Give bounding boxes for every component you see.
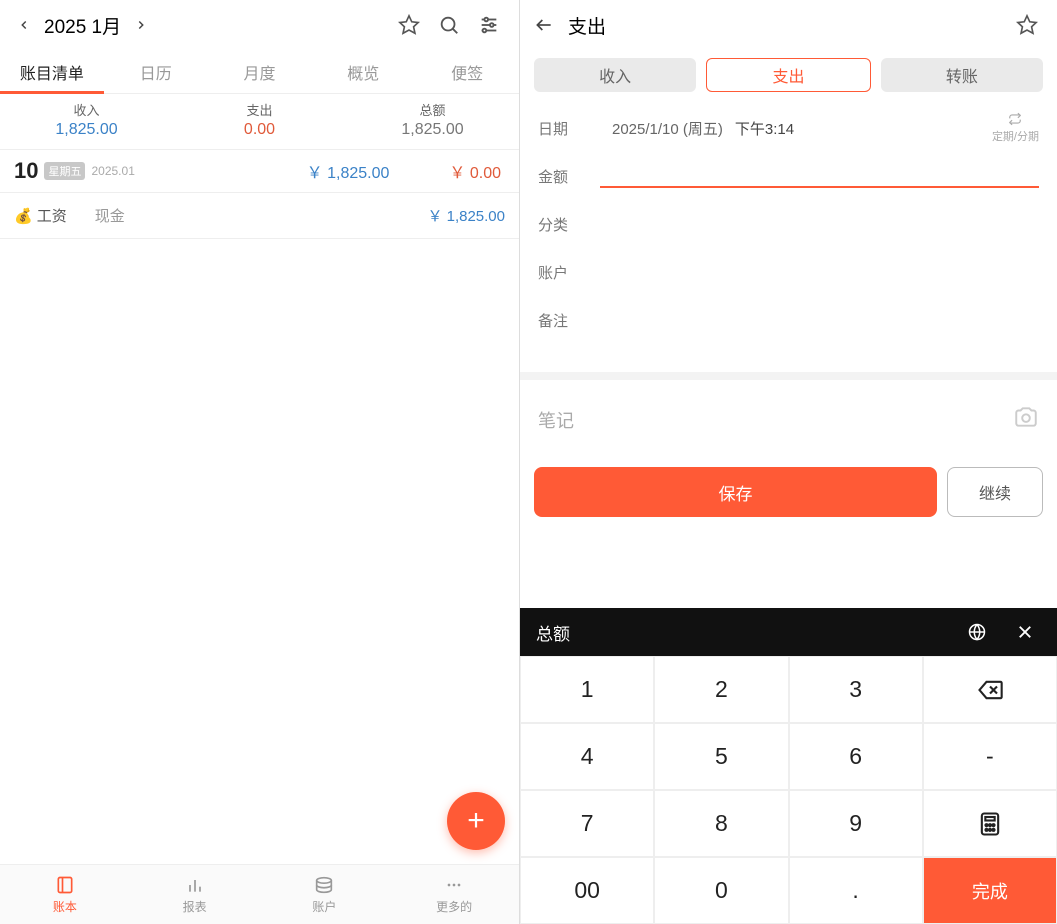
tab-calendar[interactable]: 日历 (104, 50, 208, 93)
amount-input[interactable] (600, 164, 1039, 188)
time-value: 下午3:14 (735, 118, 794, 139)
money-bag-icon: 💰 (14, 207, 33, 225)
summary-expense: 支出 0.00 (173, 100, 346, 139)
nav-ledger[interactable]: 账本 (0, 865, 130, 924)
key-5[interactable]: 5 (654, 723, 788, 790)
type-tab-expense[interactable]: 支出 (706, 58, 870, 92)
entry-form: 日期 2025/1/10 (周五) 下午3:14 定期/分期 金额 分类 账户 … (520, 100, 1057, 344)
day-weekday: 星期五 (44, 162, 85, 180)
close-icon[interactable] (1009, 623, 1041, 641)
key-00[interactable]: 00 (520, 857, 654, 924)
key-1[interactable]: 1 (520, 656, 654, 723)
key-backspace[interactable] (923, 656, 1057, 723)
nav-more[interactable]: 更多的 (389, 865, 519, 924)
button-row: 保存 继续 (520, 459, 1057, 531)
entry-form-pane: 支出 收入 支出 转账 日期 2025/1/10 (周五) 下午3:14 定期/… (520, 0, 1057, 924)
key-6[interactable]: 6 (789, 723, 923, 790)
summary-total: 总额 1,825.00 (346, 100, 519, 139)
day-header[interactable]: 10 星期五 2025.01 ￥ 1,825.00 ￥ 0.00 (0, 150, 519, 193)
keypad-header: 总额 (520, 608, 1057, 656)
more-icon (443, 874, 465, 896)
book-icon (54, 874, 76, 896)
day-income: ￥ 1,825.00 (307, 159, 390, 183)
amount-row[interactable]: 金额 (538, 152, 1039, 200)
continue-button[interactable]: 继续 (947, 467, 1043, 517)
filter-icon[interactable] (469, 5, 509, 45)
day-expense: ￥ 0.00 (449, 159, 501, 183)
key-2[interactable]: 2 (654, 656, 788, 723)
left-tabs: 账目清单 日历 月度 概览 便签 (0, 50, 519, 94)
right-header: 支出 (520, 0, 1057, 50)
key-8[interactable]: 8 (654, 790, 788, 857)
tab-overview[interactable]: 概览 (311, 50, 415, 93)
form-title: 支出 (568, 12, 606, 39)
recurring-button[interactable]: 定期/分期 (992, 112, 1039, 144)
note-label: 笔记 (538, 407, 574, 433)
transaction-type-tabs: 收入 支出 转账 (520, 50, 1057, 100)
date-value: 2025/1/10 (周五) (612, 118, 723, 139)
summary-income: 收入 1,825.00 (0, 100, 173, 139)
category-row[interactable]: 分类 (538, 200, 1039, 248)
tab-monthly[interactable]: 月度 (208, 50, 312, 93)
keypad: 总额 123456-789000.完成 (520, 608, 1057, 924)
type-tab-income[interactable]: 收入 (534, 58, 696, 92)
key-4[interactable]: 4 (520, 723, 654, 790)
prev-month-button[interactable] (10, 11, 38, 39)
entry-amount: ￥ 1,825.00 (427, 205, 505, 226)
search-icon[interactable] (429, 5, 469, 45)
key-calculator[interactable] (923, 790, 1057, 857)
ledger-entry[interactable]: 💰 工资 现金 ￥ 1,825.00 (0, 193, 519, 239)
memo-row[interactable]: 备注 (538, 296, 1039, 344)
ledger-pane: 2025 1月 账目清单 日历 月度 概览 便签 收入 1,825.00 支出 … (0, 0, 520, 924)
entry-account: 现金 (95, 205, 125, 226)
tab-notes[interactable]: 便签 (415, 50, 519, 93)
tab-ledger-list[interactable]: 账目清单 (0, 50, 104, 93)
star-icon[interactable] (1007, 5, 1047, 45)
key-0[interactable]: 0 (654, 857, 788, 924)
date-row[interactable]: 日期 2025/1/10 (周五) 下午3:14 定期/分期 (538, 104, 1039, 152)
star-icon[interactable] (389, 5, 429, 45)
keypad-title: 总额 (536, 620, 570, 645)
month-title[interactable]: 2025 1月 (44, 12, 121, 39)
key-done[interactable]: 完成 (923, 857, 1057, 924)
day-number: 10 (14, 158, 38, 184)
wallet-icon (313, 874, 335, 896)
key-7[interactable]: 7 (520, 790, 654, 857)
nav-accounts[interactable]: 账户 (260, 865, 390, 924)
save-button[interactable]: 保存 (534, 467, 937, 517)
globe-icon[interactable] (961, 622, 993, 642)
add-button[interactable]: + (447, 792, 505, 850)
next-month-button[interactable] (127, 11, 155, 39)
key-9[interactable]: 9 (789, 790, 923, 857)
bottom-nav: 账本 报表 账户 更多的 (0, 864, 519, 924)
day-date: 2025.01 (91, 164, 134, 178)
account-row[interactable]: 账户 (538, 248, 1039, 296)
note-section[interactable]: 笔记 (520, 372, 1057, 459)
entry-category: 工资 (37, 205, 67, 226)
key--[interactable]: - (923, 723, 1057, 790)
chart-icon (184, 874, 206, 896)
type-tab-transfer[interactable]: 转账 (881, 58, 1043, 92)
key-3[interactable]: 3 (789, 656, 923, 723)
back-button[interactable] (530, 11, 558, 39)
left-header: 2025 1月 (0, 0, 519, 50)
nav-reports[interactable]: 报表 (130, 865, 260, 924)
summary-bar: 收入 1,825.00 支出 0.00 总额 1,825.00 (0, 94, 519, 150)
camera-icon[interactable] (1013, 404, 1039, 435)
key-.[interactable]: . (789, 857, 923, 924)
